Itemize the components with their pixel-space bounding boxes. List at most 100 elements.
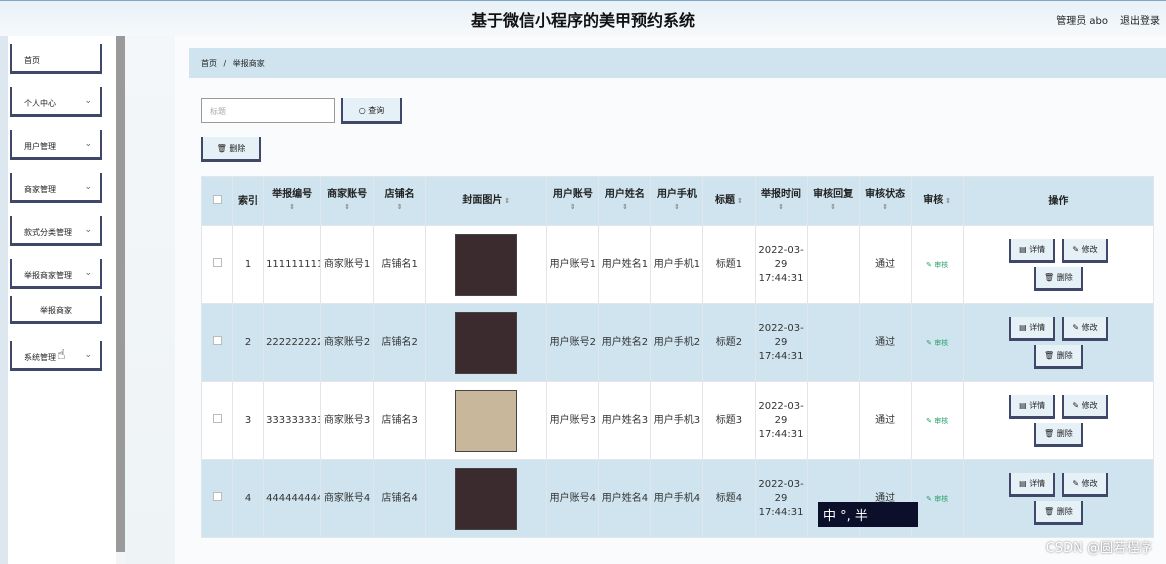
trash-icon: 🗑 (216, 144, 227, 153)
cell-actions: ▤ 详情 ✎ 修改 🗑 删除 (962, 381, 1155, 460)
cell-cover (425, 225, 548, 304)
cover-image[interactable] (455, 311, 518, 374)
cell-report-time: 2022-03-29 17:44:31 (754, 459, 808, 538)
cover-image[interactable] (455, 389, 518, 452)
sort-icon[interactable]: ⇕ (808, 201, 858, 214)
detail-button[interactable]: ▤ 详情 (1009, 472, 1056, 497)
sort-icon[interactable]: ⇕ (600, 201, 650, 214)
batch-delete-button[interactable]: 🗑 删除 (201, 137, 261, 162)
sidebar-subitem-report-merchant[interactable]: 举报商家 (10, 296, 102, 324)
header-user-account[interactable]: 用户账号 ⇕ (546, 176, 600, 226)
search-button-label: 查询 (368, 106, 385, 115)
sidebar-item-user-management[interactable]: 用户管理 ⌄ (10, 130, 102, 160)
header-report-time[interactable]: 举报时间 ⇕ (754, 176, 808, 226)
cell-actions: ▤ 详情 ✎ 修改 🗑 删除 (962, 459, 1155, 538)
header-report-no[interactable]: 举报编号 ⇕ (263, 176, 322, 226)
header-shop-name[interactable]: 店铺名 ⇕ (373, 176, 427, 226)
sidebar-item-label: 商家管理 (24, 185, 56, 194)
sort-icon[interactable]: ⇕ (265, 201, 320, 214)
delete-button[interactable]: 🗑 删除 (1034, 500, 1083, 525)
cell-user-phone: 用户手机1 (650, 225, 704, 304)
sidebar-item-label: 个人中心 (24, 99, 56, 108)
sidebar-item-report-management[interactable]: 举报商家管理 ⌄ (10, 259, 102, 289)
sort-icon[interactable]: ⇕ (548, 201, 598, 214)
ime-status-text: 中 °, 半 (823, 509, 868, 524)
row-checkbox[interactable] (212, 257, 222, 267)
header-audit-status[interactable]: 审核状态 ⇕ (858, 176, 912, 226)
sort-icon[interactable]: ⇕ (945, 197, 951, 205)
sort-icon[interactable]: ⇕ (652, 201, 702, 214)
chevron-down-icon: ⌄ (84, 225, 92, 235)
sidebar-item-label: 首页 (24, 56, 40, 65)
header-index: 索引 (232, 176, 265, 226)
header-audit-reply[interactable]: 审核回复 ⇕ (806, 176, 860, 226)
sort-icon[interactable]: ⇕ (322, 201, 373, 214)
cell-report-no: 4444444444 (263, 459, 322, 538)
cell-shop-name: 店铺名4 (373, 459, 427, 538)
header-audit[interactable]: 审核 ⇕ (910, 176, 964, 226)
select-all-cell[interactable] (200, 176, 234, 226)
header-merchant-account[interactable]: 商家账号 ⇕ (320, 176, 375, 226)
audit-link[interactable]: ✎ 审核 (926, 339, 948, 347)
row-checkbox[interactable] (212, 491, 222, 501)
search-button[interactable]: ○ 查询 (341, 98, 402, 124)
cell-audit: ✎ 审核 (910, 225, 964, 304)
delete-button[interactable]: 🗑 删除 (1034, 266, 1083, 291)
sort-icon[interactable]: ⇕ (756, 201, 806, 214)
audit-link[interactable]: ✎ 审核 (926, 417, 948, 425)
cell-shop-name: 店铺名2 (373, 303, 427, 382)
audit-link[interactable]: ✎ 审核 (926, 495, 948, 503)
cover-image[interactable] (455, 467, 518, 530)
chevron-down-icon: ⌄ (84, 182, 92, 192)
header-cover[interactable]: 封面图片 ⇕ (425, 176, 548, 226)
sidebar-item-style-category[interactable]: 款式分类管理 ⌄ (10, 216, 102, 246)
sidebar-item-system-management[interactable]: 系统管理 ⌄ (10, 341, 102, 371)
cell-index: 3 (232, 381, 265, 460)
sidebar-item-merchant-management[interactable]: 商家管理 ⌄ (10, 173, 102, 203)
cell-user-phone: 用户手机3 (650, 381, 704, 460)
table-header-row: 索引 举报编号 ⇕ 商家账号 ⇕ 店铺名 ⇕ 封面图片 ⇕ 用户账号 ⇕ 用户姓名 ⇕ 用户… (200, 176, 1155, 226)
cell-audit-status: 通过 (858, 303, 912, 382)
cell-title: 标题2 (702, 303, 756, 382)
header-user-name[interactable]: 用户姓名 ⇕ (598, 176, 652, 226)
edit-button[interactable]: ✎ 修改 (1062, 394, 1108, 419)
header-user-phone[interactable]: 用户手机 ⇕ (650, 176, 704, 226)
cell-merchant-account: 商家账号1 (320, 225, 375, 304)
cell-user-phone: 用户手机2 (650, 303, 704, 382)
batch-delete-label: 删除 (229, 144, 246, 153)
delete-button[interactable]: 🗑 删除 (1034, 422, 1083, 447)
breadcrumb-current: 举报商家 (232, 59, 265, 68)
cell-audit-status: 通过 (858, 225, 912, 304)
cell-title: 标题4 (702, 459, 756, 538)
cover-image[interactable] (455, 233, 518, 296)
sort-icon[interactable]: ⇕ (860, 201, 910, 214)
cell-user-account: 用户账号2 (546, 303, 600, 382)
breadcrumb-home[interactable]: 首页 (201, 59, 217, 68)
sort-icon[interactable]: ⇕ (737, 197, 743, 205)
detail-button[interactable]: ▤ 详情 (1009, 316, 1056, 341)
search-icon: ○ (358, 106, 366, 115)
logout-link[interactable]: 退出登录 (1120, 12, 1160, 27)
delete-button[interactable]: 🗑 删除 (1034, 344, 1083, 369)
audit-link[interactable]: ✎ 审核 (926, 261, 948, 269)
cell-merchant-account: 商家账号3 (320, 381, 375, 460)
sidebar-item-home[interactable]: 首页 (10, 44, 102, 74)
edit-button[interactable]: ✎ 修改 (1062, 472, 1108, 497)
detail-button[interactable]: ▤ 详情 (1009, 394, 1056, 419)
edit-button[interactable]: ✎ 修改 (1062, 238, 1108, 263)
sidebar-scrollbar[interactable] (116, 36, 125, 552)
cell-actions: ▤ 详情 ✎ 修改 🗑 删除 (962, 225, 1155, 304)
row-checkbox[interactable] (212, 335, 222, 345)
header-title[interactable]: 标题 ⇕ (702, 176, 756, 226)
edit-button[interactable]: ✎ 修改 (1062, 316, 1108, 341)
select-all-checkbox[interactable] (212, 194, 222, 204)
sidebar-item-personal-center[interactable]: 个人中心 ⌄ (10, 87, 102, 117)
detail-button[interactable]: ▤ 详情 (1009, 238, 1056, 263)
cell-audit-reply (806, 225, 860, 304)
sort-icon[interactable]: ⇕ (504, 197, 510, 205)
sort-icon[interactable]: ⇕ (375, 201, 425, 214)
search-title-input[interactable]: 标题 (201, 98, 335, 123)
row-checkbox[interactable] (212, 413, 222, 423)
header-actions: 操作 (962, 176, 1155, 226)
cell-merchant-account: 商家账号2 (320, 303, 375, 382)
